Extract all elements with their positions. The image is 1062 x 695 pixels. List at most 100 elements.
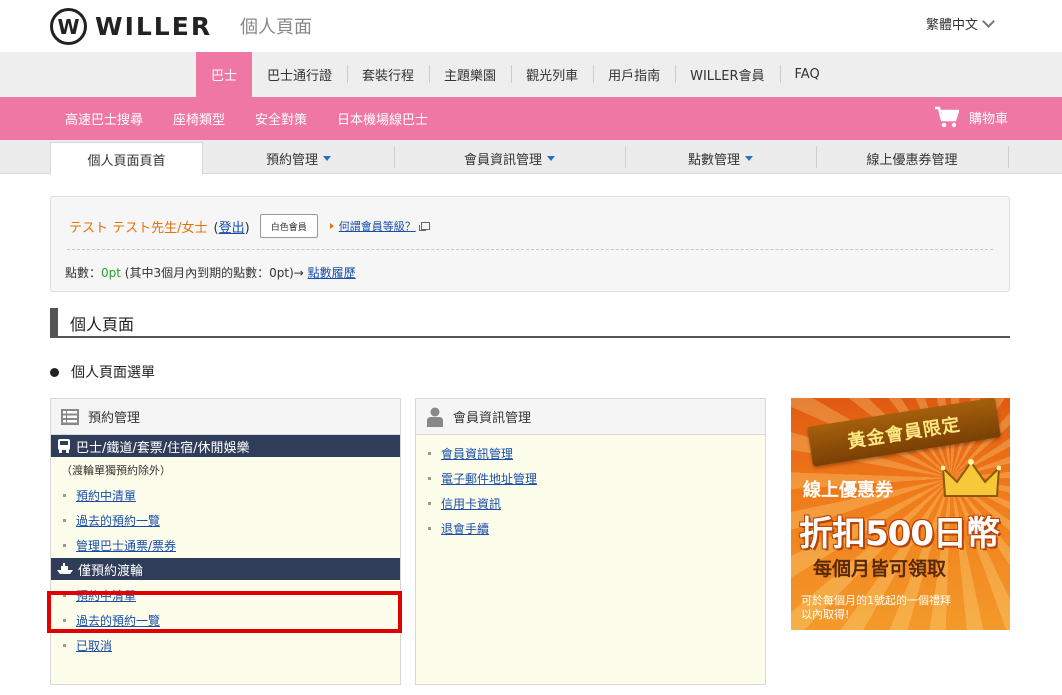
bullet-icon bbox=[63, 494, 66, 497]
panel-title: 預約管理 bbox=[88, 411, 141, 426]
main-nav-item-guide[interactable]: 用戶指南 bbox=[593, 52, 675, 97]
highlight-box bbox=[47, 591, 402, 633]
mypage-tab-bar: 個人頁面頁首 預約管理 會員資訊管理 點數管理 線上優惠券管理 bbox=[0, 140, 1062, 175]
sub-nav-item-seat-type[interactable]: 座椅類型 bbox=[158, 97, 240, 140]
band-label: 僅預約渡輪 bbox=[78, 563, 144, 579]
cart-icon bbox=[935, 106, 959, 128]
gold-member-coupon-banner[interactable]: 黃金會員限定 線上優惠券 折扣500日幣 每個月皆可領取 可於每個月的1號起的一… bbox=[791, 398, 1010, 630]
member-rank-badge: 白色會員 bbox=[259, 214, 318, 238]
title-bar bbox=[50, 308, 58, 336]
member-info-panel: 會員資訊管理 會員資訊管理 電子郵件地址管理 信用卡資訊 退會手續 bbox=[415, 398, 766, 685]
tab-label: 預約管理 bbox=[265, 152, 318, 168]
tab-member-info[interactable]: 會員資訊管理 bbox=[394, 142, 625, 174]
cart-label: 購物車 bbox=[969, 111, 1009, 127]
ferry-cancelled-link[interactable]: 已取消 bbox=[76, 637, 112, 654]
main-nav-item-bus[interactable]: 巴士 bbox=[196, 52, 253, 97]
banner-line-note: 可於每個月的1號起的一個禮拜 以內取得! bbox=[801, 594, 951, 622]
logo-mark: W bbox=[50, 8, 87, 45]
points-line: 點數：0pt (其中3個月內到期的點數：0pt)→ 點數履歷 bbox=[65, 264, 356, 281]
divider bbox=[67, 249, 993, 250]
tab-label: 線上優惠券管理 bbox=[866, 152, 958, 168]
menu-title-text: 個人頁面選單 bbox=[71, 365, 155, 381]
list-item: 預約中清單 bbox=[51, 483, 400, 508]
cart-button[interactable]: 購物車 bbox=[935, 106, 1008, 128]
bullet-icon bbox=[63, 519, 66, 522]
list-item: 過去的預約一覽 bbox=[51, 508, 400, 533]
sub-nav-item-safety[interactable]: 安全對策 bbox=[240, 97, 322, 140]
main-nav-item-faq[interactable]: FAQ bbox=[779, 52, 835, 97]
tab-coupons[interactable]: 線上優惠券管理 bbox=[816, 142, 1008, 174]
points-prefix: 點數： bbox=[65, 266, 102, 280]
category-band-bus: 巴士/鐵道/套票/住宿/休閒娛樂 bbox=[51, 435, 400, 457]
menu-title: 個人頁面選單 bbox=[50, 362, 155, 382]
category-band-ferry: 僅預約渡輪 bbox=[51, 558, 400, 580]
language-label: 繁體中文 bbox=[926, 18, 979, 33]
caret-down-icon bbox=[547, 155, 555, 161]
caret-down-icon bbox=[745, 155, 753, 161]
main-nav: 巴士 巴士通行證 套裝行程 主題樂園 觀光列車 用戶指南 WILLER會員 FA… bbox=[0, 52, 1062, 97]
bus-current-reservations-link[interactable]: 預約中清單 bbox=[76, 487, 136, 504]
bus-past-reservations-link[interactable]: 過去的預約一覽 bbox=[76, 512, 160, 529]
paren-close: ) bbox=[244, 220, 250, 236]
tab-mypage-top[interactable]: 個人頁面頁首 bbox=[50, 142, 203, 175]
bullet-icon bbox=[428, 527, 431, 530]
language-selector[interactable]: 繁體中文 bbox=[926, 14, 995, 33]
caret-down-icon bbox=[323, 155, 331, 161]
panel-title: 會員資訊管理 bbox=[453, 411, 532, 426]
user-icon bbox=[427, 407, 443, 427]
banner-line-discount: 折扣500日幣 bbox=[799, 514, 1000, 554]
sub-nav: 高速巴士搜尋 座椅類型 安全對策 日本機場線巴士 bbox=[0, 97, 1062, 140]
bus-link-list: 預約中清單 過去的預約一覽 管理巴士通票/票券 bbox=[51, 483, 400, 558]
bullet-icon bbox=[50, 367, 59, 377]
help-link-label: 何謂會員等級？ bbox=[338, 220, 416, 233]
tab-label: 點數管理 bbox=[687, 152, 740, 168]
main-nav-item-bus-pass[interactable]: 巴士通行證 bbox=[252, 52, 347, 97]
logout-group: (登出) bbox=[214, 217, 250, 236]
points-history-link[interactable]: 點數履歷 bbox=[308, 266, 356, 280]
bullet-icon bbox=[63, 644, 66, 647]
email-manage-link[interactable]: 電子郵件地址管理 bbox=[441, 470, 537, 487]
main-nav-item-package[interactable]: 套裝行程 bbox=[347, 52, 429, 97]
tab-label: 會員資訊管理 bbox=[463, 152, 542, 168]
site-header: W WILLER 個人頁面 繁體中文 bbox=[0, 0, 1062, 52]
triangle-right-icon bbox=[329, 223, 334, 229]
bus-pass-manage-link[interactable]: 管理巴士通票/票券 bbox=[76, 537, 176, 554]
main-nav-item-member[interactable]: WILLER會員 bbox=[675, 52, 779, 97]
banner-line-coupon: 線上優惠券 bbox=[803, 480, 893, 501]
chevron-down-icon bbox=[982, 14, 995, 28]
panel-header: 會員資訊管理 bbox=[416, 399, 765, 435]
member-name: テスト テスト先生/女士 bbox=[69, 220, 208, 236]
points-suffix: (其中3個月內到期的點數：0pt)→ bbox=[120, 266, 308, 280]
ferry-icon bbox=[57, 563, 73, 574]
logout-link[interactable]: 登出 bbox=[219, 221, 245, 236]
bullet-icon bbox=[428, 452, 431, 455]
withdrawal-link[interactable]: 退會手續 bbox=[441, 520, 489, 537]
banner-note-2: 以內取得! bbox=[801, 608, 850, 621]
member-link-list: 會員資訊管理 電子郵件地址管理 信用卡資訊 退會手續 bbox=[416, 441, 765, 541]
list-item: 管理巴士通票/票券 bbox=[51, 533, 400, 558]
main-nav-item-train[interactable]: 觀光列車 bbox=[511, 52, 593, 97]
list-item: 電子郵件地址管理 bbox=[416, 466, 765, 491]
points-value: 0pt bbox=[101, 266, 121, 280]
logo-text: WILLER bbox=[95, 12, 213, 41]
tab-divider bbox=[1008, 146, 1009, 168]
sub-nav-item-search[interactable]: 高速巴士搜尋 bbox=[50, 97, 158, 140]
list-item: 會員資訊管理 bbox=[416, 441, 765, 466]
sub-nav-item-airport-bus[interactable]: 日本機場線巴士 bbox=[322, 97, 443, 140]
section-title-text: 個人頁面 bbox=[70, 315, 135, 334]
credit-card-link[interactable]: 信用卡資訊 bbox=[441, 495, 501, 512]
banner-note-1: 可於每個月的1號起的一個禮拜 bbox=[801, 594, 951, 607]
main-nav-item-theme-park[interactable]: 主題樂園 bbox=[429, 52, 511, 97]
member-rank-help-link[interactable]: 何謂會員等級？ bbox=[329, 218, 430, 234]
bullet-icon bbox=[428, 477, 431, 480]
tab-reservation[interactable]: 預約管理 bbox=[203, 142, 394, 174]
banner-line-monthly: 每個月皆可領取 bbox=[813, 558, 947, 580]
tab-points[interactable]: 點數管理 bbox=[625, 142, 816, 174]
bullet-icon bbox=[63, 544, 66, 547]
member-summary-box: テスト テスト先生/女士 (登出) 白色會員 何謂會員等級？ 點數：0pt (其… bbox=[50, 196, 1010, 292]
willer-logo[interactable]: W WILLER bbox=[50, 8, 212, 45]
section-title: 個人頁面 bbox=[50, 308, 1010, 338]
tab-label: 個人頁面頁首 bbox=[87, 153, 166, 169]
bullet-icon bbox=[428, 502, 431, 505]
member-info-manage-link[interactable]: 會員資訊管理 bbox=[441, 445, 513, 462]
